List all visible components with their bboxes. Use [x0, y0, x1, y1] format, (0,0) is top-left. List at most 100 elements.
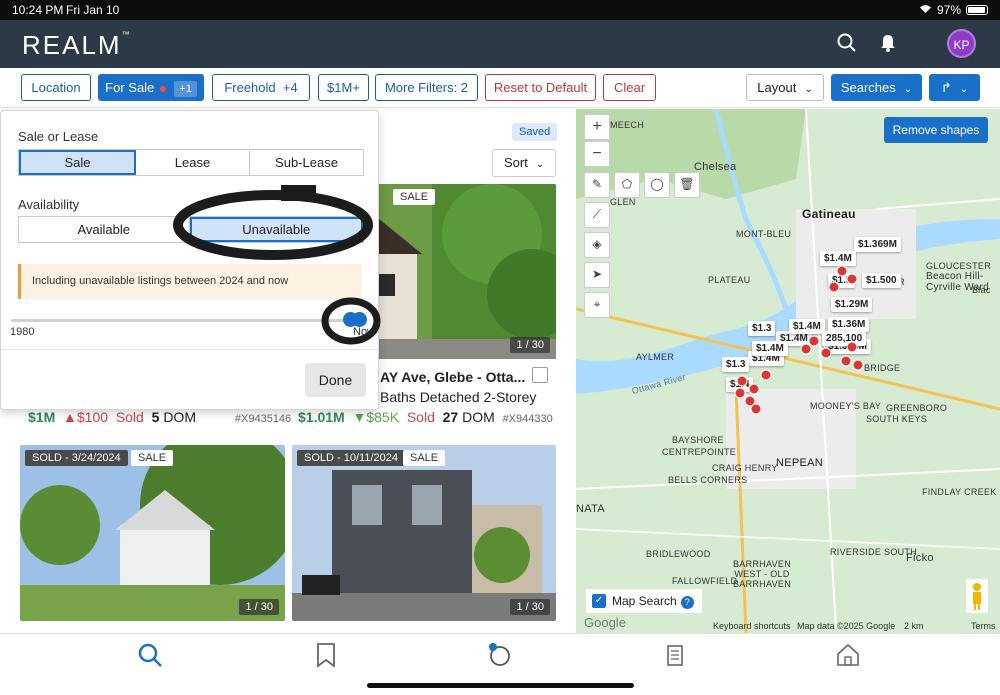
share-dropdown[interactable]: ↱ ⌄ [929, 74, 980, 101]
wifi-icon [919, 3, 932, 17]
map-label: NATA [576, 503, 605, 515]
reset-to-default-button[interactable]: Reset to Default [485, 74, 596, 101]
saved-badge: Saved [512, 123, 558, 141]
searches-dropdown[interactable]: Searches ⌄ [831, 74, 922, 101]
sub-lease-option[interactable]: Sub-Lease [250, 150, 363, 175]
layout-dropdown[interactable]: Layout ⌄ [746, 74, 824, 101]
zoom-out-button[interactable]: − [584, 141, 610, 167]
location-filter-button[interactable]: Location [21, 74, 91, 101]
price-pin[interactable]: $1.36M [828, 317, 870, 332]
map-label: Blac [972, 285, 991, 295]
sale-option[interactable]: Sale [19, 150, 136, 175]
search-icon[interactable] [836, 32, 858, 54]
chat-icon[interactable] [486, 642, 512, 668]
available-option[interactable]: Available [19, 217, 190, 242]
price-pin[interactable]: $1.3 [748, 321, 776, 336]
map-view[interactable]: + − ✎ ⬠ ◯ 🗑 ⟋ ◈ ➤ ⌖ Remove shapes MEECH … [576, 109, 1000, 633]
map-label: CRAIG HENRY [712, 463, 778, 473]
chevron-down-icon: ⌄ [535, 159, 545, 170]
range-start-label: 1980 [10, 326, 35, 338]
price-pin[interactable]: $1.4M [752, 341, 788, 356]
listing-photo[interactable]: SOLD - 3/24/2024 SALE 1 / 30 [20, 445, 285, 621]
ruler-icon[interactable]: ⟋ [584, 202, 610, 228]
map-search-toggle[interactable]: ✓ Map Search? [586, 589, 702, 613]
sold-date-tag: SOLD - 10/11/2024 [297, 450, 405, 466]
map-label: Chelsea [694, 161, 737, 173]
redirect-icon: ↱ [940, 80, 952, 95]
lease-option[interactable]: Lease [136, 150, 250, 175]
sale-tag: SALE [403, 450, 446, 466]
realm-logo[interactable]: REALM™ [22, 30, 132, 61]
navigate-icon[interactable]: ➤ [584, 262, 610, 288]
map-label: FINDLAY CREEK [922, 487, 997, 497]
price-filter-button[interactable]: $1M+ [318, 74, 369, 101]
map-label: GLOUCESTER [926, 261, 992, 271]
zoom-in-button[interactable]: + [584, 114, 610, 140]
map-label: MOONEY'S BAY [810, 401, 882, 411]
clear-button[interactable]: Clear [603, 74, 656, 101]
price-pin[interactable]: $1.369M [854, 237, 901, 252]
map-label: PLATEAU [708, 275, 751, 285]
sale-tag: SALE [131, 450, 174, 466]
polygon-icon[interactable]: ⬠ [614, 172, 640, 198]
location-pin-icon[interactable]: ⌖ [584, 292, 610, 318]
year-range-slider[interactable] [11, 319, 366, 322]
map-data-credit: Map data ©2025 Google [797, 621, 896, 631]
price-pin[interactable]: $1.29M [831, 297, 873, 312]
terms-link[interactable]: Terms [971, 621, 996, 631]
battery-icon [966, 5, 988, 15]
checkbox-checked-icon: ✓ [592, 594, 606, 608]
map-label: SOUTH KEYS [866, 414, 928, 424]
sale-type-panel: Sale or Lease Sale Lease Sub-Lease Avail… [0, 110, 381, 410]
listing-address[interactable]: AY Ave, Glebe - Otta... [380, 369, 525, 385]
remove-shapes-button[interactable]: Remove shapes [884, 117, 988, 143]
photo-pager: 1 / 30 [510, 337, 550, 353]
price-pin[interactable]: 285,100 [822, 331, 867, 346]
home-icon[interactable] [835, 642, 861, 668]
more-filters-button[interactable]: More Filters: 2 [375, 74, 478, 101]
map-label: GLEN [610, 197, 636, 207]
price-pin[interactable]: $1.4M [789, 319, 825, 334]
listing-photo[interactable]: SOLD - 10/11/2024 SALE 1 / 30 [292, 445, 556, 621]
sale-tag: SALE [393, 189, 436, 205]
listing-price-row: $1.01M ▼$85K Sold 27 DOM #X944330 [298, 409, 553, 425]
sale-lease-toggle: Sale Lease Sub-Lease [18, 149, 364, 176]
for-sale-filter-button[interactable]: For Sale +1 [98, 74, 204, 101]
avatar[interactable]: KP [947, 29, 976, 58]
sort-dropdown[interactable]: Sort ⌄ [492, 149, 556, 177]
help-icon[interactable]: ? [680, 596, 694, 609]
sold-date-tag: SOLD - 3/24/2024 [25, 450, 128, 466]
map-label: FALLOWFIELD [672, 576, 738, 586]
status-bar: 10:24 PM Fri Jan 10 97% [0, 0, 1000, 20]
bell-icon[interactable] [877, 32, 899, 54]
range-end-label: Now [353, 326, 376, 338]
listing-details: Baths Detached 2-Storey [380, 389, 537, 405]
done-button[interactable]: Done [305, 363, 366, 397]
keyboard-shortcuts-link[interactable]: Keyboard shortcuts [713, 621, 791, 631]
documents-icon[interactable] [662, 642, 688, 668]
map-label: BRIDLEWOOD [646, 549, 711, 559]
price-pin[interactable]: $1.3 [722, 357, 750, 372]
pencil-icon[interactable]: ✎ [584, 172, 610, 198]
sale-or-lease-label: Sale or Lease [18, 129, 99, 144]
home-indicator [367, 683, 634, 688]
price-pin[interactable]: $1.500 [862, 273, 901, 288]
active-dot [160, 85, 167, 92]
price-pin[interactable]: $1.4 [726, 377, 754, 392]
trash-icon[interactable]: 🗑 [674, 172, 700, 198]
freehold-filter-button[interactable]: Freehold +4 [212, 74, 310, 101]
layers-icon[interactable]: ◈ [584, 232, 610, 258]
map-label: MEECH [610, 120, 645, 130]
map-label: Gatineau [802, 207, 856, 221]
search-icon[interactable] [137, 642, 163, 668]
street-view-pegman-icon[interactable] [966, 579, 988, 613]
select-checkbox[interactable] [532, 367, 548, 383]
price-pin[interactable]: $1.4M [820, 251, 856, 266]
status-right: 97% [919, 3, 988, 17]
status-date: Fri Jan 10 [66, 3, 120, 17]
photo-pager: 1 / 30 [239, 599, 279, 615]
circle-tool-icon[interactable]: ◯ [644, 172, 670, 198]
bookmark-icon[interactable] [313, 642, 339, 668]
map-label: Ficko [906, 552, 934, 564]
price-pin[interactable]: $1.5 [828, 273, 856, 288]
